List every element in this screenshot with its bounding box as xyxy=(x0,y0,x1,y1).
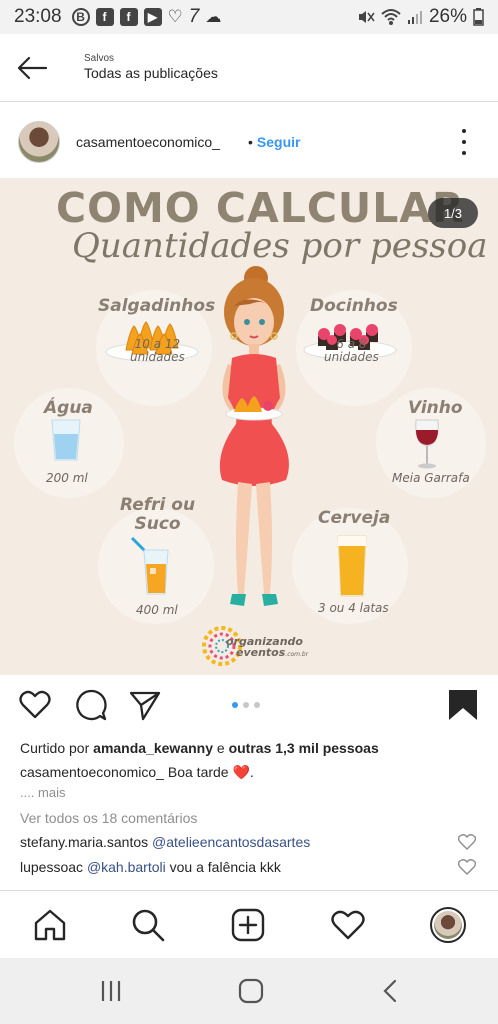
heart-outline-icon: ♡ xyxy=(167,7,183,26)
qty-line2: unidades xyxy=(324,350,379,364)
notification-icons: B f f ▶ ♡ 7 ☁ xyxy=(71,6,222,28)
comment-user[interactable]: lupessoac xyxy=(20,859,83,875)
follow-label: Seguir xyxy=(256,134,301,150)
comment-text: vou a falência kkk xyxy=(169,859,281,875)
carousel-dot xyxy=(243,702,249,708)
post-caption: casamentoeconomico_ Boa tarde ❤️. xyxy=(20,764,254,781)
item-label-vinho: Vinho xyxy=(408,398,463,418)
back-arrow-icon[interactable] xyxy=(14,50,50,86)
juice-glass-illustration xyxy=(130,536,169,595)
red-heart-emoji: ❤️ xyxy=(232,764,250,780)
recent-apps-icon[interactable] xyxy=(96,976,126,1006)
cloud-icon: ☁ xyxy=(205,9,222,26)
more-options-icon[interactable] xyxy=(454,129,474,155)
carousel-dot xyxy=(254,702,260,708)
post-header: casamentoeconomico_ • Seguir xyxy=(0,103,498,178)
logo-line2: eventos xyxy=(236,646,286,659)
like-heart-icon[interactable] xyxy=(18,688,52,722)
follow-separator: • xyxy=(248,134,253,150)
image-title-line1: COMO CALCULAR xyxy=(56,184,465,232)
status-bar: 23:08 B f f ▶ ♡ 7 ☁ 26% xyxy=(0,0,498,34)
battery-percent: 26% xyxy=(428,6,467,27)
comment-mention[interactable]: @atelieencantosdasartes xyxy=(152,834,310,850)
seven-icon: 7 xyxy=(188,6,200,27)
water-glass-illustration xyxy=(51,419,81,461)
mute-icon xyxy=(358,11,375,23)
item-qty-docinhos: 6 a 8 unidades xyxy=(324,338,379,364)
carousel-indicator xyxy=(232,702,260,708)
caption-text: Boa tarde xyxy=(167,764,229,780)
item-label-docinhos: Docinhos xyxy=(310,296,398,316)
woman-illustration xyxy=(219,266,289,606)
comment-like-heart-icon[interactable] xyxy=(458,859,476,875)
item-label-salgadinhos: Salgadinhos xyxy=(98,296,216,316)
item-label-cerveja: Cerveja xyxy=(318,508,391,528)
wine-glass-illustration xyxy=(415,419,439,469)
logo-suffix: .com.br xyxy=(285,651,309,658)
facebook-icon: f xyxy=(95,8,114,26)
qty-line1: 6 a 8 xyxy=(336,337,367,351)
caption-suffix: . xyxy=(249,764,254,780)
status-time: 23:08 xyxy=(14,6,62,27)
home-button-icon[interactable] xyxy=(236,976,266,1006)
logo-text: organizando eventos.com.br xyxy=(226,636,308,660)
new-post-icon[interactable] xyxy=(230,907,266,943)
profile-avatar[interactable] xyxy=(430,907,466,943)
post-username[interactable]: casamentoeconomico_ xyxy=(76,134,220,150)
caption-more-link[interactable]: .... mais xyxy=(20,785,66,800)
likes-others[interactable]: outras 1,3 mil pessoas xyxy=(229,740,379,756)
item-label-refri: Refri ou Suco xyxy=(120,496,195,534)
post-actions xyxy=(0,676,498,736)
item-qty-cerveja: 3 ou 4 latas xyxy=(318,601,389,615)
header-subtitle: Salvos xyxy=(84,53,115,64)
caption-user[interactable]: casamentoeconomico_ xyxy=(20,764,164,780)
view-all-comments-link[interactable]: Ver todos os 18 comentários xyxy=(20,810,197,826)
search-icon[interactable] xyxy=(130,907,166,943)
saved-bookmark-icon[interactable] xyxy=(446,688,480,722)
label-line1: Refri ou xyxy=(120,495,196,515)
comment-like-heart-icon[interactable] xyxy=(458,834,476,850)
bitcoin-icon: B xyxy=(71,8,90,26)
battery-icon xyxy=(473,8,484,26)
likes-summary[interactable]: Curtido por amanda_kewanny e outras 1,3 … xyxy=(20,740,379,756)
label-line2: Suco xyxy=(134,514,181,534)
header-title: Todas as publicações xyxy=(84,65,218,81)
signal-icon xyxy=(407,11,422,24)
item-qty-vinho: Meia Garrafa xyxy=(392,471,470,485)
saved-header: Salvos Todas as publicações xyxy=(0,34,498,102)
wifi-icon xyxy=(381,9,401,25)
follow-button[interactable]: • Seguir xyxy=(248,134,300,150)
item-qty-salgadinhos: 10 a 12 unidades xyxy=(130,338,185,364)
status-right: 26% xyxy=(357,6,484,28)
qty-line2: unidades xyxy=(130,350,185,364)
share-send-icon[interactable] xyxy=(128,688,162,722)
image-title-line2: Quantidades por pessoa xyxy=(72,226,488,266)
beer-glass-illustration xyxy=(337,535,367,597)
comment-item: lupessoac @kah.bartoli vou a falência kk… xyxy=(20,859,281,875)
bottom-navigation xyxy=(0,890,498,958)
likes-connector: e xyxy=(216,740,225,756)
item-qty-agua: 200 ml xyxy=(46,471,88,485)
item-qty-refri: 400 ml xyxy=(136,603,178,617)
likes-user[interactable]: amanda_kewanny xyxy=(93,740,213,756)
activity-icon[interactable] xyxy=(330,907,366,943)
youtube-icon: ▶ xyxy=(143,8,162,26)
home-icon[interactable] xyxy=(32,907,68,943)
carousel-dot-active xyxy=(232,702,238,708)
comment-item: stefany.maria.santos @atelieencantosdasa… xyxy=(20,834,310,850)
qty-line1: 10 a 12 xyxy=(134,337,181,351)
facebook-icon: f xyxy=(119,8,138,26)
post-image[interactable]: COMO CALCULAR Quantidades por pessoa 1/3… xyxy=(0,178,498,675)
item-label-agua: Água xyxy=(44,398,93,418)
comment-user[interactable]: stefany.maria.santos xyxy=(20,834,148,850)
comment-bubble-icon[interactable] xyxy=(74,688,108,722)
comment-mention[interactable]: @kah.bartoli xyxy=(87,859,166,875)
android-navigation-bar xyxy=(0,958,498,1024)
back-button-icon[interactable] xyxy=(376,976,406,1006)
likes-prefix: Curtido por xyxy=(20,740,90,756)
user-avatar[interactable] xyxy=(18,121,60,163)
carousel-counter: 1/3 xyxy=(428,198,478,228)
